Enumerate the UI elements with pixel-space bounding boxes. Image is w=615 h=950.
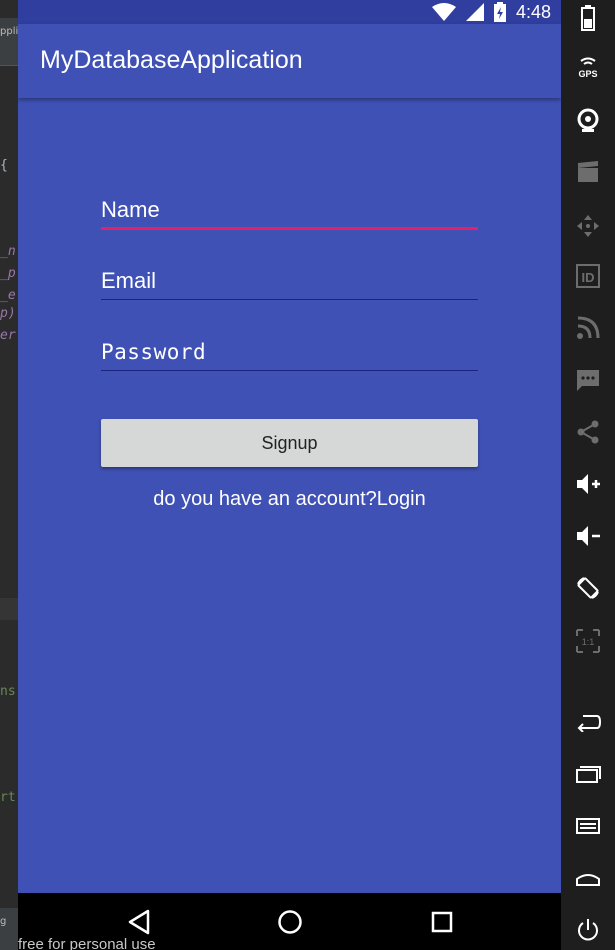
power-icon[interactable] [561,914,615,946]
emulator-screen: 4:48 MyDatabaseApplication Name Email Pa… [18,0,561,950]
camera-icon[interactable] [561,104,615,136]
code-fragment: er [0,328,16,343]
code-fragment: _n [0,244,16,259]
name-field-placeholder: Name [101,197,160,222]
code-fragment: g [0,916,7,927]
email-field-underline [101,299,478,300]
recents-icon[interactable] [427,907,457,937]
id-label: ID [582,270,595,285]
recents-icon[interactable] [561,758,615,790]
code-fragment: _e [0,288,16,303]
emulator-toolbar: GPS ID 1:1 [561,0,615,950]
password-field[interactable]: Password [101,338,478,374]
code-fragment: ns [0,684,16,699]
battery-icon[interactable] [561,2,615,34]
name-field[interactable]: Name [101,196,478,232]
zoom-icon[interactable]: 1:1 [561,625,615,657]
sms-icon[interactable] [561,364,615,396]
email-field-placeholder: Email [101,268,157,293]
video-icon[interactable] [561,156,615,188]
cellular-icon[interactable] [561,312,615,344]
name-field-underline [101,227,478,230]
login-link[interactable]: do you have an account?Login [101,488,478,511]
ide-tab-label: pplic [0,26,18,37]
back-icon[interactable] [124,907,154,937]
gps-icon[interactable]: GPS [561,52,615,84]
code-fragment: rt [0,790,16,805]
status-bar: 4:48 [18,0,561,24]
ide-background: pplic { _n _p _e p) er ns rt g [0,0,18,950]
battery-icon [493,2,506,22]
code-fragment: p) [0,306,16,321]
back-icon[interactable] [561,706,615,738]
fingerprint-id-icon[interactable]: ID [561,260,615,292]
zoom-label: 1:1 [582,637,595,647]
share-icon[interactable] [561,416,615,448]
app-bar: MyDatabaseApplication [18,24,561,98]
email-field[interactable]: Email [101,267,478,303]
ide-footer-caption: free for personal use [18,936,156,950]
rotate-icon[interactable] [561,572,615,604]
home-icon[interactable] [561,862,615,894]
gps-label: GPS [578,69,597,79]
signup-button[interactable]: Signup [101,419,478,467]
signal-icon [465,3,484,21]
status-icons: 4:48 [431,0,551,24]
ide-status-bar [0,908,18,950]
app-title: MyDatabaseApplication [40,46,303,74]
password-field-underline [101,370,478,371]
volume-down-icon[interactable] [561,520,615,552]
code-fragment: { [0,158,8,173]
volume-up-icon[interactable] [561,468,615,500]
current-line-highlight [0,598,18,620]
code-fragment: _p [0,266,16,281]
status-time: 4:48 [515,1,551,22]
menu-icon[interactable] [561,810,615,842]
home-icon[interactable] [275,907,305,937]
wifi-icon [431,3,456,21]
dpad-icon[interactable] [561,210,615,242]
password-field-placeholder: Password [101,340,207,364]
